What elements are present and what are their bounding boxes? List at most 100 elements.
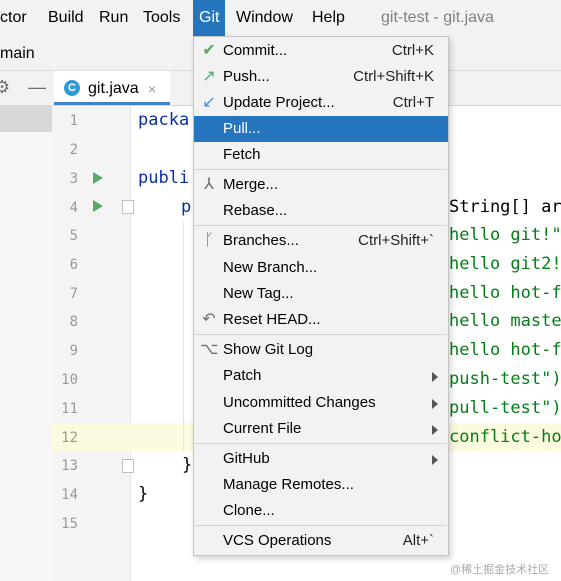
menu-item-uncommitted-changes[interactable]: Uncommitted Changes — [194, 390, 448, 416]
menu-item-label: Uncommitted Changes — [223, 394, 376, 411]
java-class-icon: C — [64, 80, 80, 96]
minimize-icon[interactable]: — — [28, 77, 46, 97]
menu-item-label: Push... — [223, 68, 270, 85]
menu-item-current-file[interactable]: Current File — [194, 416, 448, 442]
menu-separator — [195, 525, 447, 526]
menu-item-label: Current File — [223, 420, 302, 437]
submenu-arrow-icon — [432, 425, 438, 435]
line-number: 2 — [69, 142, 78, 158]
menu-item-update-project[interactable]: ↙ Update Project... Ctrl+T — [194, 90, 448, 116]
line-number: 11 — [61, 401, 78, 417]
run-main-icon[interactable] — [93, 200, 103, 212]
menu-separator — [195, 169, 447, 170]
menu-item-shortcut: Ctrl+K — [391, 42, 434, 59]
menu-item-label: VCS Operations — [223, 532, 332, 549]
breadcrumb[interactable]: main — [0, 44, 35, 64]
merge-icon: ⅄ — [204, 176, 214, 193]
menu-item-push[interactable]: ↗ Push... Ctrl+Shift+K — [194, 64, 448, 90]
menu-item-label: Patch — [223, 367, 262, 384]
submenu-arrow-icon — [432, 399, 438, 409]
menu-item-patch[interactable]: Patch — [194, 363, 448, 389]
line-number: 8 — [69, 314, 78, 330]
menu-build[interactable]: Build — [48, 8, 84, 28]
menu-item-vcs-operations[interactable]: VCS Operations Alt+` — [194, 528, 448, 554]
menu-item-clone[interactable]: Clone... — [194, 498, 448, 524]
code-line-8: hello maste — [449, 311, 561, 331]
submenu-arrow-icon — [432, 372, 438, 382]
code-line-14: } — [138, 484, 149, 504]
undo-icon: ↶ — [202, 311, 216, 328]
menu-item-rebase[interactable]: Rebase... — [194, 198, 448, 224]
line-number: 5 — [69, 228, 78, 244]
menu-item-label: Reset HEAD... — [223, 311, 321, 328]
menu-item-branches[interactable]: ᚴ Branches... Ctrl+Shift+` — [194, 228, 448, 254]
project-panel-strip — [0, 106, 52, 581]
update-arrow-icon: ↙ — [202, 94, 216, 111]
run-class-icon[interactable] — [93, 172, 103, 184]
push-arrow-icon: ↗ — [202, 68, 216, 85]
menu-bar: ctor Build Run Tools Git Window Help git… — [0, 0, 561, 37]
menu-item-label: Pull... — [223, 120, 261, 137]
menu-item-shortcut: Ctrl+T — [392, 94, 434, 111]
menu-item-label: Fetch — [223, 146, 261, 163]
menu-tools[interactable]: Tools — [143, 8, 180, 28]
line-number: 1 — [69, 113, 78, 129]
menu-item-reset-head[interactable]: ↶ Reset HEAD... — [194, 307, 448, 333]
menu-item-label: Rebase... — [223, 202, 288, 219]
code-line-3: publi — [138, 168, 190, 188]
line-number: 7 — [69, 286, 78, 302]
code-line-4: String[] ar — [449, 197, 561, 217]
code-line-6: hello git2! — [449, 254, 561, 274]
tab-git-java[interactable]: C git.java × — [54, 71, 170, 105]
menu-window[interactable]: Window — [236, 8, 293, 28]
git-log-icon: ⌥ — [200, 341, 219, 358]
code-line-4-keyword: p — [181, 197, 192, 217]
code-line-12: conflict-ho — [449, 427, 561, 447]
line-number: 15 — [61, 516, 78, 532]
tab-label: git.java — [88, 80, 139, 97]
menu-item-pull[interactable]: Pull... — [194, 116, 448, 142]
code-line-7: hello hot-f — [449, 283, 561, 303]
menu-item-label: Commit... — [223, 42, 288, 59]
menu-item-label: Show Git Log — [223, 341, 314, 358]
line-number: 3 — [69, 171, 78, 187]
line-number: 9 — [69, 343, 78, 359]
git-menu-dropdown: ✔ Commit... Ctrl+K ↗ Push... Ctrl+Shift+… — [193, 36, 449, 556]
menu-item-manage-remotes[interactable]: Manage Remotes... — [194, 472, 448, 498]
menu-item-commit[interactable]: ✔ Commit... Ctrl+K — [194, 38, 448, 64]
menu-run[interactable]: Run — [99, 8, 128, 28]
fold-marker-icon[interactable] — [122, 459, 134, 473]
line-number: 4 — [69, 200, 78, 216]
line-number: 10 — [61, 372, 78, 388]
menu-refactor[interactable]: ctor — [0, 8, 27, 28]
menu-item-merge[interactable]: ⅄ Merge... — [194, 172, 448, 198]
menu-item-new-branch[interactable]: New Branch... — [194, 255, 448, 281]
menu-help[interactable]: Help — [312, 8, 345, 28]
line-number: 13 — [61, 458, 78, 474]
menu-item-github[interactable]: GitHub — [194, 446, 448, 472]
menu-item-fetch[interactable]: Fetch — [194, 142, 448, 168]
menu-item-new-tag[interactable]: New Tag... — [194, 281, 448, 307]
line-number: 6 — [69, 257, 78, 273]
code-line-10: push-test") — [449, 369, 561, 389]
commit-check-icon: ✔ — [202, 42, 216, 59]
code-line-5: hello git!" — [449, 225, 561, 245]
branch-icon: ᚴ — [204, 232, 214, 249]
menu-item-show-git-log[interactable]: ⌥ Show Git Log — [194, 337, 448, 363]
indent-guide — [183, 222, 184, 452]
close-icon[interactable]: × — [148, 79, 156, 99]
window-title: git-test - git.java — [381, 9, 494, 26]
menu-git[interactable]: Git — [193, 0, 226, 36]
menu-item-label: Manage Remotes... — [223, 476, 354, 493]
menu-item-label: New Tag... — [223, 285, 294, 302]
fold-marker-icon[interactable] — [122, 200, 134, 214]
menu-separator — [195, 225, 447, 226]
menu-item-shortcut: Ctrl+Shift+K — [353, 68, 434, 85]
code-line-11: pull-test") — [449, 398, 561, 418]
menu-item-label: GitHub — [223, 450, 270, 467]
watermark: @稀土掘金技术社区 — [450, 564, 550, 576]
menu-item-label: Branches... — [223, 232, 299, 249]
menu-item-label: Merge... — [223, 176, 279, 193]
gear-icon[interactable]: ⚙ — [0, 77, 14, 97]
menu-item-shortcut: Alt+` — [402, 532, 434, 549]
